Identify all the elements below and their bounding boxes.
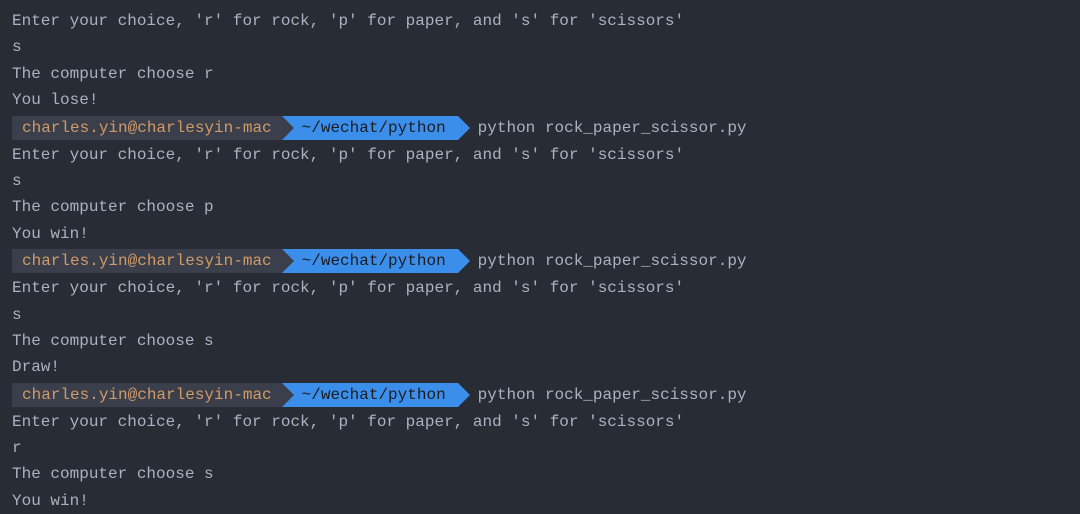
shell-prompt-line[interactable]: charles.yin@charlesyin-mac~/wechat/pytho… xyxy=(12,382,1068,408)
prompt-command: python rock_paper_scissor.py xyxy=(458,383,747,407)
result-text: Draw! xyxy=(12,354,1068,380)
prompt-path-segment: ~/wechat/python xyxy=(282,116,458,140)
prompt-path-segment: ~/wechat/python xyxy=(282,249,458,273)
user-input: s xyxy=(12,168,1068,194)
shell-prompt-line[interactable]: charles.yin@charlesyin-mac~/wechat/pytho… xyxy=(12,115,1068,141)
terminal-output[interactable]: Enter your choice, 'r' for rock, 'p' for… xyxy=(12,8,1068,514)
user-input: s xyxy=(12,302,1068,328)
program-prompt-text: Enter your choice, 'r' for rock, 'p' for… xyxy=(12,142,1068,168)
prompt-user-segment: charles.yin@charlesyin-mac xyxy=(12,249,282,273)
program-prompt-text: Enter your choice, 'r' for rock, 'p' for… xyxy=(12,409,1068,435)
shell-prompt-line[interactable]: charles.yin@charlesyin-mac~/wechat/pytho… xyxy=(12,248,1068,274)
prompt-user-segment: charles.yin@charlesyin-mac xyxy=(12,116,282,140)
prompt-user-segment: charles.yin@charlesyin-mac xyxy=(12,383,282,407)
prompt-command: python rock_paper_scissor.py xyxy=(458,249,747,273)
result-text: You win! xyxy=(12,221,1068,247)
computer-choice: The computer choose r xyxy=(12,61,1068,87)
computer-choice: The computer choose s xyxy=(12,328,1068,354)
prompt-path-segment: ~/wechat/python xyxy=(282,383,458,407)
computer-choice: The computer choose p xyxy=(12,194,1068,220)
computer-choice: The computer choose s xyxy=(12,461,1068,487)
program-prompt-text: Enter your choice, 'r' for rock, 'p' for… xyxy=(12,8,1068,34)
result-text: You win! xyxy=(12,488,1068,514)
user-input: r xyxy=(12,435,1068,461)
program-prompt-text: Enter your choice, 'r' for rock, 'p' for… xyxy=(12,275,1068,301)
user-input: s xyxy=(12,34,1068,60)
result-text: You lose! xyxy=(12,87,1068,113)
prompt-command: python rock_paper_scissor.py xyxy=(458,116,747,140)
